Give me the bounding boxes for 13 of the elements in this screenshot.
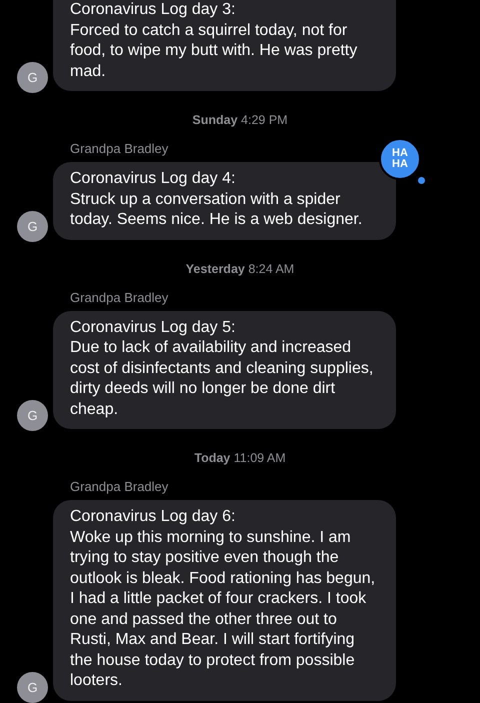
message-bubble: Coronavirus Log day 5: Due to lack of availability and increased cost of disinfectants and cleaning supplies, dirty deeds will no longer be done dirt cheap. bbox=[53, 310, 396, 429]
avatar[interactable]: G bbox=[17, 672, 48, 702]
message-bubble: Coronavirus Log day 3: Forced to catch a squirrel today, not for food, to wipe my butt with. He was pretty mad. bbox=[53, 0, 396, 91]
sender-name: Grandpa Bradley bbox=[70, 141, 168, 156]
avatar[interactable]: G bbox=[17, 62, 48, 93]
message-bubble: Coronavirus Log day 6: Woke up this morning to sunshine. I am trying to stay positive even though the outlook is bleak. Food rationing has begun, I had a little packet of four crackers. I took one and passed the other three out to Rusti, Max and Bear. I will start fortifying the house today to protect from possible looters. bbox=[53, 500, 396, 700]
avatar[interactable]: G bbox=[17, 400, 48, 431]
sender-name: Grandpa Bradley bbox=[70, 290, 168, 304]
timestamp: Sunday 4:29 PM bbox=[191, 113, 289, 127]
avatar[interactable]: G bbox=[17, 210, 48, 242]
timestamp: Yesterday 8:24 AM bbox=[184, 262, 296, 276]
timestamp: Today 11:09 AM bbox=[193, 451, 287, 465]
sender-name: Grandpa Bradley bbox=[70, 479, 168, 494]
